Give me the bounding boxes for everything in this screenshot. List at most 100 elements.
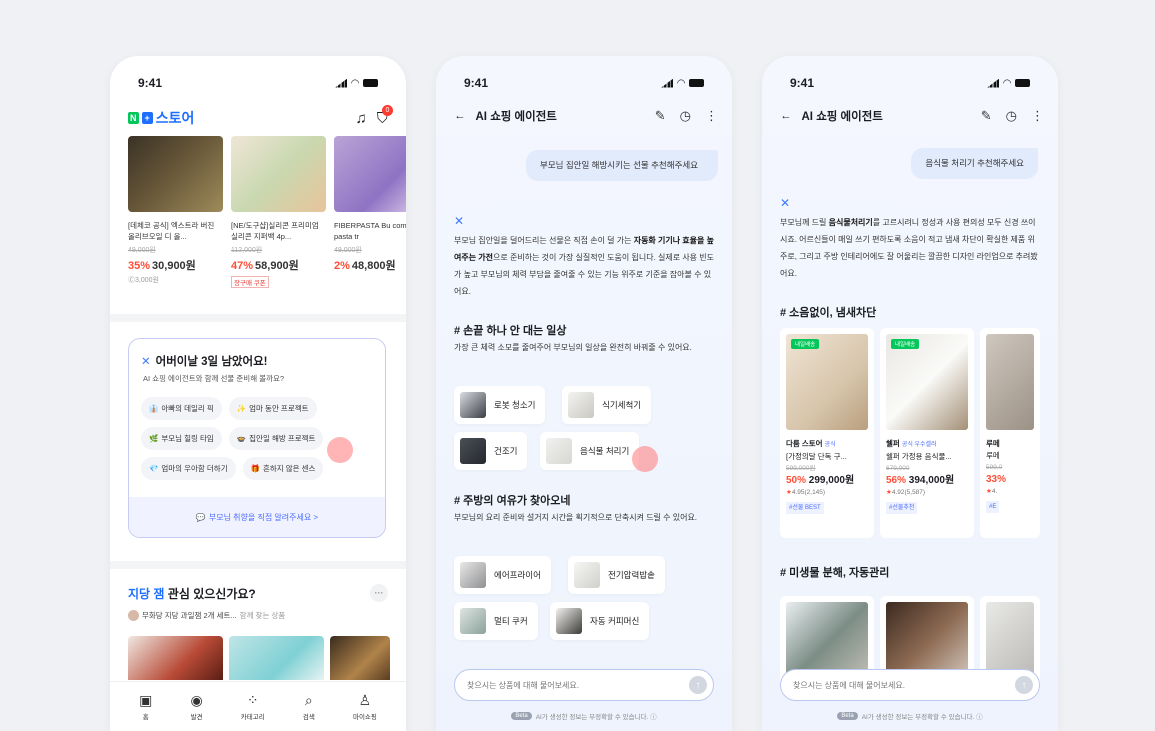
ai-agent-chat-screen-1: 9:41 ◠ ← AI 쇼핑 에이전트 ✎ ◷ ⋮ 부모님 집안일 해방시키는 선물 … <box>436 56 732 731</box>
suggestion-rice-cooker[interactable]: 전기압력밥솥 <box>568 556 665 594</box>
more-vertical-icon[interactable]: ⋮ <box>1031 108 1044 124</box>
food-waste-disposer-thumbnail <box>546 438 572 464</box>
product-thumbnail[interactable] <box>229 636 324 680</box>
sale-price: 58,900원 <box>255 260 299 272</box>
suggestion-label: 자동 커피머신 <box>590 616 640 626</box>
product-recommendation-card[interactable]: 내일배송 쉘퍼 공식 우수셀러 쉘퍼 가정용 음식물... 679,000 56%… <box>880 328 974 538</box>
suggestion-food-waste-disposer[interactable]: 음식물 처리기 <box>540 432 640 470</box>
back-arrow-icon[interactable]: ← <box>780 110 792 122</box>
section-heading: # 미생물 분해, 자동관리 <box>780 567 890 579</box>
discount-rate: 56% <box>886 475 907 486</box>
suggestion-label: 건조기 <box>494 446 518 456</box>
section-divider <box>110 314 406 322</box>
product-name: [데체코 공식] 엑스트라 버진 올리브오일 디 올... <box>128 221 215 241</box>
suggestion-coffee-machine[interactable]: 자동 커피머신 <box>550 602 650 640</box>
more-options-button[interactable]: ··· <box>370 584 388 602</box>
suggestion-multi-cooker[interactable]: 멀티 쿠커 <box>454 602 538 640</box>
product-label: #선물 BEST <box>786 502 824 514</box>
naver-n-mark: N <box>128 112 139 124</box>
discount-rate: 50% <box>786 475 807 486</box>
store-home-screen: 9:41 ◠ N + 스토어 ♫ ⛉ 0 [데체코 공식] 엑스트라 버진 올리브오… <box>110 56 406 731</box>
chat-title: AI 쇼핑 에이전트 <box>475 111 557 123</box>
store-tag: 공식 우수셀러 <box>901 442 937 448</box>
store-name: 쉘퍼 <box>886 439 900 448</box>
product-recommendation-card[interactable]: 내일배송 다룸 스토어 공식 [가정의달 단독 구... 599,000원 50%… <box>780 328 874 538</box>
store-name: 다룸 스토어 <box>786 439 823 448</box>
chip-healing-time[interactable]: 🌿 부모님 힐링 타임 <box>141 427 222 450</box>
cart-icon[interactable]: ⛉ 0 <box>377 104 393 127</box>
back-arrow-icon[interactable]: ← <box>454 110 466 122</box>
tab-category[interactable]: ⁘ 카테고리 <box>241 693 265 721</box>
tab-my-shopping[interactable]: ♙ 마이쇼핑 <box>353 693 377 721</box>
shirt-icon: 👔 <box>149 404 159 413</box>
chip-label: 엄마의 우아함 더하기 <box>161 464 228 473</box>
chat-bubble-icon: 💬 <box>195 512 206 522</box>
discount-rate: 33% <box>986 474 1007 485</box>
notification-bell-icon[interactable]: ♫ <box>355 110 366 127</box>
chat-header: ← AI 쇼핑 에이전트 ✎ ◷ ⋮ <box>780 108 1044 124</box>
chip-mom-elegance[interactable]: 💎 엄마의 우아함 더하기 <box>141 457 236 480</box>
interest-title: 지당 잼 관심 있으신가요? <box>128 585 256 602</box>
product-orig-price: 599,000원 <box>786 465 816 472</box>
rice-cooker-thumbnail <box>574 562 600 588</box>
chat-input[interactable] <box>793 680 1015 690</box>
status-time: 9:41 <box>138 76 163 90</box>
sale-price: 394,000원 <box>908 475 955 486</box>
tab-search[interactable]: ⌕ 검색 <box>303 693 315 721</box>
history-clock-icon[interactable]: ◷ <box>1006 108 1017 124</box>
send-arrow-icon[interactable]: ↑ <box>689 676 707 694</box>
edit-icon[interactable]: ✎ <box>981 108 992 124</box>
promo-subtitle: AI 쇼핑 에이전트와 함께 선물 준비해 볼까요? <box>143 374 285 383</box>
dryer-thumbnail <box>460 438 486 464</box>
more-vertical-icon[interactable]: ⋮ <box>705 108 718 124</box>
wifi-icon: ◠ <box>351 77 359 89</box>
chip-unique-sense[interactable]: 🎁 흔하지 않은 센스 <box>242 457 324 480</box>
product-card[interactable]: FIBERPASTA Bu come la pasta tr 49,000원 2… <box>334 136 406 288</box>
category-grid-icon: ⁘ <box>246 691 259 708</box>
product-orig-price: 49,000원 <box>334 247 362 254</box>
related-product-name: 무화당 지당 과일잼 2개 세트... <box>142 611 237 620</box>
sale-price: 48,800원 <box>351 260 396 272</box>
suggestion-label: 음식물 처리기 <box>580 446 630 456</box>
gem-icon: 💎 <box>149 464 159 473</box>
product-image: 내일배송 <box>886 334 968 430</box>
tab-label: 검색 <box>302 713 315 721</box>
product-thumbnail[interactable] <box>330 636 390 680</box>
chip-dad-daily-pick[interactable]: 👔 아빠의 데일리 픽 <box>141 397 222 420</box>
tab-home[interactable]: ▣ 홈 <box>139 693 152 721</box>
send-arrow-icon[interactable]: ↑ <box>1015 676 1033 694</box>
promo-footer-label: 부모님 취향을 직접 알려주세요 > <box>208 512 319 522</box>
tab-label: 카테고리 <box>240 713 265 721</box>
interest-title-rest: 관심 있으신가요? <box>164 586 256 601</box>
product-recommendation-card[interactable]: 루메 루메 599,0 33% ★4. #E <box>980 328 1040 538</box>
wifi-icon: ◠ <box>1003 77 1011 89</box>
suggestion-dishwasher[interactable]: 식기세척기 <box>562 386 652 424</box>
suggestion-air-fryer[interactable]: 에어프라이어 <box>454 556 551 594</box>
reply-text: 으로 준비하는 것이 가장 실질적인 도움이 됩니다. 실제로 사용 빈도가 높… <box>454 253 714 296</box>
chat-input[interactable] <box>467 680 689 690</box>
store-logo[interactable]: N + 스토어 <box>128 108 194 128</box>
edit-icon[interactable]: ✎ <box>655 108 666 124</box>
product-thumbnail[interactable] <box>128 636 223 680</box>
tab-discover[interactable]: ◉ 발견 <box>190 693 202 721</box>
product-name: FIBERPASTA Bu come la pasta tr <box>334 221 406 241</box>
coffee-machine-thumbnail <box>556 608 582 634</box>
promo-title: 어버이날 3일 남았어요! <box>155 356 268 368</box>
ai-sparkle-icon: ✕ <box>141 356 151 368</box>
product-card[interactable]: [데체코 공식] 엑스트라 버진 올리브오일 디 올... 49,000원 35… <box>128 136 223 288</box>
section-heading: # 소음없이, 냄새차단 <box>780 307 877 319</box>
suggestion-dryer[interactable]: 건조기 <box>454 432 528 470</box>
history-clock-icon[interactable]: ◷ <box>680 108 691 124</box>
wifi-icon: ◠ <box>677 77 685 89</box>
product-name: [NE/도구샵]실리콘 프리미엄 실리콘 지퍼백 4p... <box>231 221 319 241</box>
suggestion-robot-vacuum[interactable]: 로봇 청소기 <box>454 386 546 424</box>
tell-preference-button[interactable]: 💬 부모님 취향을 직접 알려주세요 > <box>129 497 385 537</box>
robot-vacuum-thumbnail <box>460 392 486 418</box>
battery-icon <box>689 79 704 87</box>
chip-mom-young-project[interactable]: ✨ 엄마 동안 프로젝트 <box>228 397 317 420</box>
product-image <box>128 136 223 212</box>
reply-text: 를 고르시려니 정성과 사용 편의성 모두 신경 쓰이시죠. 어르신들이 매일 … <box>780 218 1038 278</box>
ai-sparkle-icon: ✕ <box>780 196 791 210</box>
product-card[interactable]: [NE/도구샵]실리콘 프리미엄 실리콘 지퍼백 4p... 112,000원 … <box>231 136 326 288</box>
chip-housework-free[interactable]: 🍲 집안일 해방 프로젝트 <box>228 427 324 450</box>
